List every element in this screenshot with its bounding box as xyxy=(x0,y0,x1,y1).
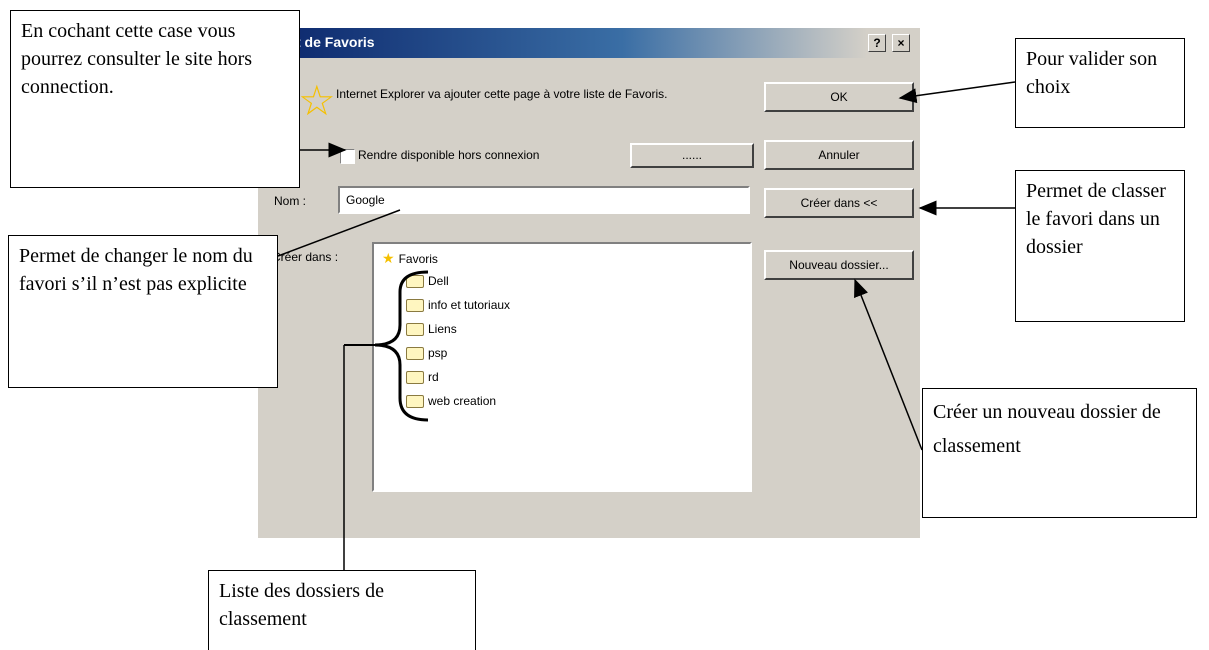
tree-item-label: Liens xyxy=(428,322,457,336)
intro-text: Internet Explorer va ajouter cette page … xyxy=(336,87,668,101)
tree-item-folder[interactable]: rd xyxy=(406,370,439,385)
tree-item-folder[interactable]: Liens xyxy=(406,322,457,337)
add-favorite-dialog: t de Favoris ? × ☆ Internet Explorer va … xyxy=(258,28,920,538)
callout-new-folder: Créer un nouveau dossier de classement xyxy=(922,388,1197,518)
name-label: Nom : xyxy=(274,194,307,208)
tree-item-folder[interactable]: psp xyxy=(406,346,448,361)
new-folder-button[interactable]: Nouveau dossier... xyxy=(764,250,914,280)
customize-button[interactable]: ...... xyxy=(630,143,754,168)
tree-item-label: web creation xyxy=(428,394,497,408)
tree-item-folder[interactable]: Dell xyxy=(406,274,449,289)
folder-icon xyxy=(406,275,424,289)
create-in-label: Créer dans : xyxy=(272,250,339,264)
folder-tree[interactable]: ★ Favoris Dell info et tutoriaux Liens ps… xyxy=(372,242,752,492)
tree-item-label: psp xyxy=(428,346,448,360)
cancel-button[interactable]: Annuler xyxy=(764,140,914,170)
folder-icon xyxy=(406,323,424,337)
close-icon[interactable]: × xyxy=(892,34,910,52)
favorites-star-icon: ★ xyxy=(382,250,395,266)
tree-item-label: Dell xyxy=(428,274,449,288)
callout-classify: Permet de classer le favori dans un doss… xyxy=(1015,170,1185,322)
folder-icon xyxy=(406,299,424,313)
tree-item-label: rd xyxy=(428,370,439,384)
callout-offline: En cochant cette case vous pourrez consu… xyxy=(10,10,300,188)
offline-checkbox-label: Rendre disponible hors connexion xyxy=(358,148,540,162)
dialog-title: t de Favoris xyxy=(296,34,375,50)
ok-button[interactable]: OK xyxy=(764,82,914,112)
tree-item-folder[interactable]: web creation xyxy=(406,394,497,409)
favorites-star-icon: ☆ xyxy=(298,77,336,124)
tree-item-favorites[interactable]: ★ Favoris xyxy=(382,250,438,267)
create-in-button[interactable]: Créer dans << xyxy=(764,188,914,218)
name-input[interactable] xyxy=(338,186,750,214)
tree-item-label: info et tutoriaux xyxy=(428,298,511,312)
folder-icon xyxy=(406,371,424,385)
folder-icon xyxy=(406,347,424,361)
callout-validate: Pour valider son choix xyxy=(1015,38,1185,128)
offline-checkbox[interactable] xyxy=(340,149,355,164)
callout-folder-list: Liste des dossiers de classement xyxy=(208,570,476,650)
callout-rename: Permet de changer le nom du favori s’il … xyxy=(8,235,278,388)
help-icon[interactable]: ? xyxy=(868,34,886,52)
title-bar[interactable]: t de Favoris ? × xyxy=(258,28,920,58)
folder-icon xyxy=(406,395,424,409)
tree-item-label: Favoris xyxy=(398,252,438,266)
tree-item-folder[interactable]: info et tutoriaux xyxy=(406,298,511,313)
